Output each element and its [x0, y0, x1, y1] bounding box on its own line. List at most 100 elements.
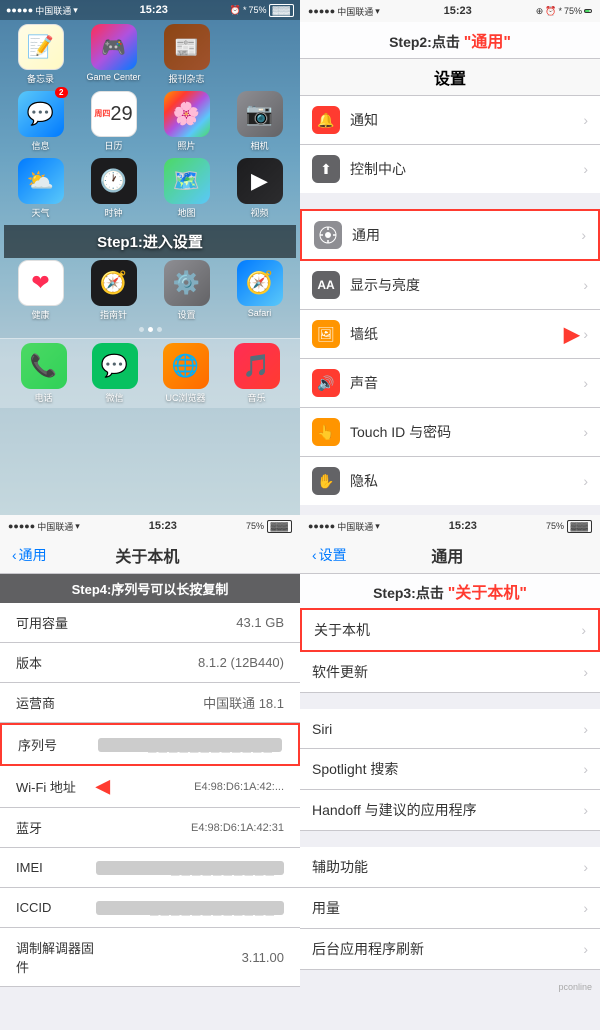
serial-value: ████████████ [98, 738, 282, 752]
app-settings-home[interactable]: ⚙️ 设置 [158, 260, 216, 321]
general-usage[interactable]: 用量 › [300, 888, 600, 929]
carrier-right: 中国联通 [337, 5, 373, 18]
app-placeholder [231, 24, 289, 85]
siri-chevron: › [583, 721, 588, 737]
notifications-chevron: › [583, 112, 588, 128]
info-carrier: 运营商 中国联通 18.1 [0, 683, 300, 723]
settings-sounds[interactable]: 🔊 声音 › [300, 359, 600, 408]
general-list: 关于本机 › 软件更新 › Siri › Spo [300, 608, 600, 1030]
dock-browser[interactable]: 🌐 UC浏览器 [157, 343, 215, 404]
app-row-1: 💬 2 信息 周四 29 日历 🌸 [4, 91, 296, 152]
touchid-label: Touch ID 与密码 [350, 422, 583, 442]
info-modem: 调制解调器固件 3.11.00 [0, 928, 300, 987]
app-maps[interactable]: 🗺️ 地图 [158, 158, 216, 219]
bluetooth-value: E4:98:D6:1A:42:31 [96, 822, 284, 834]
settings-notifications[interactable]: 🔔 通知 › [300, 96, 600, 145]
app-photos[interactable]: 🌸 照片 [158, 91, 216, 152]
red-arrow: ▶ [564, 322, 579, 347]
general-settings-screen: ●●●●● 中国联通 ▾ 15:23 75% ▓▓▓ ‹ 设置 通用 [300, 515, 600, 1030]
app-notes-label: 备忘录 [27, 72, 54, 85]
dock: 📞 电话 💬 微信 🌐 UC浏览器 [0, 338, 300, 408]
modem-value: 3.11.00 [96, 950, 284, 965]
settings-group-2: 通用 › AA 显示与亮度 › 🖼 墙纸 ▶ › [300, 209, 600, 505]
signal-br: ●●●●● [308, 521, 335, 531]
about-title: 关于本机 [47, 543, 248, 567]
battery-icon-bl: ▓▓▓ [267, 520, 293, 533]
wallpaper-chevron: › [583, 326, 588, 342]
app-row-3: ❤ 健康 🧭 指南针 ⚙️ 设置 [4, 260, 296, 321]
privacy-label: 隐私 [350, 471, 583, 491]
privacy-icon: ✋ [312, 467, 340, 495]
app-weather[interactable]: ⛅ 天气 [12, 158, 70, 219]
app-clock[interactable]: 🕐 时钟 [85, 158, 143, 219]
control-center-chevron: › [583, 161, 588, 177]
settings-touchid[interactable]: 👆 Touch ID 与密码 › [300, 408, 600, 457]
messages-badge: 2 [55, 87, 67, 98]
general-about[interactable]: 关于本机 › [300, 608, 600, 652]
version-value: 8.1.2 (12B440) [96, 655, 284, 670]
app-safari[interactable]: 🧭 Safari [231, 260, 289, 321]
app-videos[interactable]: ▶ 视频 [231, 158, 289, 219]
accessibility-chevron: › [583, 859, 588, 875]
step3-highlight: "关于本机" [448, 585, 527, 602]
notifications-icon: 🔔 [312, 106, 340, 134]
dock-phone[interactable]: 📞 电话 [15, 343, 73, 404]
settings-screen: ●●●●● 中国联通 ▾ 15:23 ⊕ ⏰ * 75% Step2:点击 "通… [300, 0, 600, 515]
info-iccid: ICCID ████████████ [0, 888, 300, 928]
general-siri[interactable]: Siri › [300, 709, 600, 749]
wifi-addr-value: E4:98:D6:1A:42:... [116, 781, 284, 793]
about-text: 关于本机 [314, 620, 581, 640]
general-icon [314, 221, 342, 249]
version-label: 版本 [16, 653, 96, 672]
app-messages[interactable]: 💬 2 信息 [12, 91, 70, 152]
about-nav: ‹ 通用 关于本机 [0, 537, 300, 574]
app-row-2: ⛅ 天气 🕐 时钟 🗺️ 地图 [4, 158, 296, 219]
settings-general[interactable]: 通用 › [300, 209, 600, 261]
general-software-update[interactable]: 软件更新 › [300, 652, 600, 693]
app-calendar[interactable]: 周四 29 日历 [85, 91, 143, 152]
general-accessibility[interactable]: 辅助功能 › [300, 847, 600, 888]
bluetooth-icon-left: * [243, 5, 247, 15]
battery-icon-left: ▓▓▓ [269, 4, 295, 17]
time-left: 15:23 [140, 4, 168, 16]
step4-label: Step4:序列号可以长按复制 [0, 574, 300, 603]
app-camera[interactable]: 📷 相机 [231, 91, 289, 152]
carrier-br: 中国联通 [337, 520, 373, 533]
dock-wechat[interactable]: 💬 微信 [86, 343, 144, 404]
general-background-refresh[interactable]: 后台应用程序刷新 › [300, 929, 600, 970]
settings-control-center[interactable]: ⬆ 控制中心 › [300, 145, 600, 193]
battery-right: 75% [564, 6, 582, 16]
wallpaper-label: 墙纸 [350, 324, 564, 344]
general-handoff[interactable]: Handoff 与建议的应用程序 › [300, 790, 600, 831]
settings-wallpaper[interactable]: 🖼 墙纸 ▶ › [300, 310, 600, 359]
info-list: 可用容量 43.1 GB 版本 8.1.2 (12B440) 运营商 中国联通 … [0, 603, 300, 1030]
signal-icon-right: ●●●●● [308, 6, 335, 16]
capacity-value: 43.1 GB [96, 615, 284, 630]
back-chevron-about: ‹ [12, 547, 17, 563]
app-notes[interactable]: 📝 备忘录 [12, 24, 70, 85]
battery-icon-right [584, 9, 592, 13]
info-serial[interactable]: 序列号 ████████████ [0, 723, 300, 766]
app-photos-label: 照片 [177, 139, 195, 152]
carrier-left: 中国联通 [35, 4, 71, 17]
usage-chevron: › [583, 900, 588, 916]
status-bar-bottom-left: ●●●●● 中国联通 ▾ 15:23 75% ▓▓▓ [0, 515, 300, 537]
info-version: 版本 8.1.2 (12B440) [0, 643, 300, 683]
dock-music[interactable]: 🎵 音乐 [228, 343, 286, 404]
dot-1 [139, 327, 144, 332]
carrier-bl: 中国联通 [37, 520, 73, 533]
display-icon: AA [312, 271, 340, 299]
app-compass[interactable]: 🧭 指南针 [85, 260, 143, 321]
settings-privacy[interactable]: ✋ 隐私 › [300, 457, 600, 505]
app-gamecenter[interactable]: 🎮 Game Center [85, 24, 143, 85]
back-btn-about[interactable]: ‹ 通用 [12, 545, 47, 565]
imei-label: IMEI [16, 860, 96, 875]
general-spotlight[interactable]: Spotlight 搜索 › [300, 749, 600, 790]
app-calendar-label: 日历 [104, 139, 122, 152]
dock-browser-label: UC浏览器 [166, 391, 206, 404]
control-center-label: 控制中心 [350, 159, 583, 179]
app-health[interactable]: ❤ 健康 [12, 260, 70, 321]
back-btn-general[interactable]: ‹ 设置 [312, 545, 347, 565]
app-newsstand[interactable]: 📰 报刊杂志 [158, 24, 216, 85]
settings-display[interactable]: AA 显示与亮度 › [300, 261, 600, 310]
